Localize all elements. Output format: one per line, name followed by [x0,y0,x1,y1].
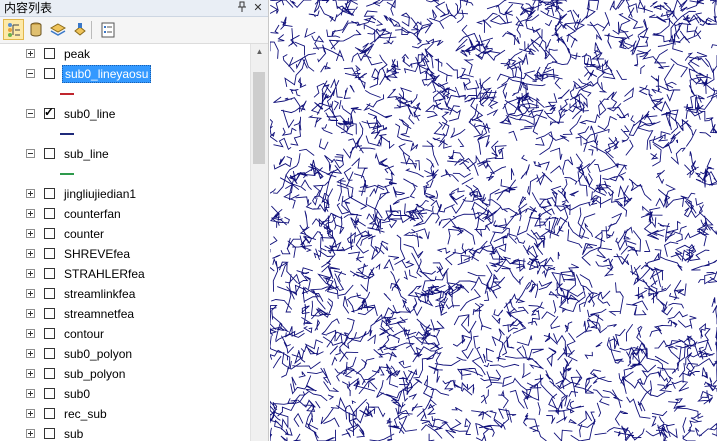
vertical-scrollbar[interactable]: ▲ [250,44,268,441]
layer-visibility-checkbox[interactable] [44,408,55,419]
options-icon [101,22,115,38]
layer-name[interactable]: contour [62,326,106,342]
layer-name[interactable]: sub [62,426,85,441]
layer-row[interactable]: counter [0,224,250,244]
scroll-up-arrow-icon[interactable]: ▲ [251,44,268,60]
layer-row[interactable]: peak [0,44,250,64]
list-by-source-button[interactable] [25,19,46,40]
layer-name[interactable]: sub0 [62,386,92,402]
layer-row[interactable]: sub0_lineyaosu [0,64,250,84]
layer-row[interactable]: sub_line [0,144,250,164]
checkmark-icon: ✓ [44,105,55,119]
layer-name[interactable]: counterfan [62,206,123,222]
expand-icon[interactable] [26,189,35,198]
stream-network-map [270,0,717,441]
layer-name[interactable]: streamnetfea [62,306,136,322]
collapse-icon[interactable] [26,69,35,78]
expand-icon[interactable] [26,249,35,258]
layer-visibility-checkbox[interactable] [44,208,55,219]
map-view[interactable] [270,0,717,441]
expand-icon[interactable] [26,229,35,238]
layer-name[interactable]: SHREVEfea [62,246,132,262]
layer-name[interactable]: sub0_lineyaosu [62,65,152,83]
expand-icon[interactable] [26,409,35,418]
layer-tree: peak sub0_lineyaosu ✓ sub0_line sub_linejing… [0,44,250,441]
layer-row[interactable]: jingliujiedian1 [0,184,250,204]
layer-visibility-checkbox[interactable]: ✓ [44,105,55,119]
toc-toolbar [0,17,268,44]
close-icon[interactable]: ✕ [252,1,264,15]
scrollbar-thumb[interactable] [253,72,265,164]
list-by-selection-button[interactable] [69,19,90,40]
expand-icon[interactable] [26,389,35,398]
layer-row[interactable]: sub0 [0,384,250,404]
expand-icon[interactable] [26,309,35,318]
layer-name[interactable]: counter [62,226,106,242]
layer-symbol-swatch[interactable] [60,133,74,135]
stream-lines [270,0,717,441]
list-by-source-icon [30,22,42,37]
layer-row[interactable]: counterfan [0,204,250,224]
expand-icon[interactable] [26,349,35,358]
layer-row[interactable]: sub [0,424,250,441]
list-by-visibility-button[interactable] [47,19,68,40]
layer-row[interactable]: contour [0,324,250,344]
expand-icon[interactable] [26,49,35,58]
table-of-contents-panel: 内容列表 ✕ peak sub0_lineyaosu ✓ sub0_line s… [0,0,269,441]
layer-visibility-checkbox[interactable] [44,328,55,339]
expand-icon[interactable] [26,329,35,338]
expand-icon[interactable] [26,429,35,438]
layer-row[interactable]: streamnetfea [0,304,250,324]
panel-title: 内容列表 [4,1,53,15]
layer-name[interactable]: streamlinkfea [62,286,137,302]
expand-icon[interactable] [26,369,35,378]
layer-row[interactable]: STRAHLERfea [0,264,250,284]
layer-name[interactable]: sub_line [62,146,111,162]
collapse-icon[interactable] [26,109,35,118]
layer-name[interactable]: sub0_polyon [62,346,134,362]
collapse-icon[interactable] [26,149,35,158]
layer-name[interactable]: STRAHLERfea [62,266,147,282]
pin-icon[interactable] [236,1,248,15]
layer-visibility-checkbox[interactable] [44,48,55,59]
layer-row[interactable]: streamlinkfea [0,284,250,304]
layer-visibility-checkbox[interactable] [44,268,55,279]
layer-row[interactable]: rec_sub [0,404,250,424]
layer-row[interactable]: sub_polyon [0,364,250,384]
options-button[interactable] [97,19,118,40]
layer-visibility-checkbox[interactable] [44,308,55,319]
layer-visibility-checkbox[interactable] [44,248,55,259]
layer-visibility-checkbox[interactable] [44,148,55,159]
layer-visibility-checkbox[interactable] [44,428,55,439]
layer-name[interactable]: sub_polyon [62,366,127,382]
layer-symbol-swatch[interactable] [60,173,74,175]
layer-row[interactable]: SHREVEfea [0,244,250,264]
layer-visibility-checkbox[interactable] [44,68,55,79]
expand-icon[interactable] [26,269,35,278]
layer-name[interactable]: peak [62,46,92,62]
expand-icon[interactable] [26,289,35,298]
list-by-selection-icon [74,23,86,36]
layer-visibility-checkbox[interactable] [44,368,55,379]
layer-row[interactable]: sub0_polyon [0,344,250,364]
layer-visibility-checkbox[interactable] [44,388,55,399]
layer-name[interactable]: jingliujiedian1 [62,186,138,202]
panel-title-bar[interactable]: 内容列表 ✕ [0,0,268,17]
layer-visibility-checkbox[interactable] [44,288,55,299]
layer-symbol-swatch[interactable] [60,93,74,95]
layer-name[interactable]: sub0_line [62,106,117,122]
layer-row[interactable]: ✓ sub0_line [0,104,250,124]
list-by-visibility-icon [50,23,66,36]
toolbar-separator [91,21,92,39]
list-by-drawing-order-icon [8,23,20,37]
layer-name[interactable]: rec_sub [62,406,109,422]
list-by-drawing-order-button[interactable] [3,19,24,40]
layer-visibility-checkbox[interactable] [44,228,55,239]
expand-icon[interactable] [26,209,35,218]
layer-visibility-checkbox[interactable] [44,348,55,359]
layer-visibility-checkbox[interactable] [44,188,55,199]
